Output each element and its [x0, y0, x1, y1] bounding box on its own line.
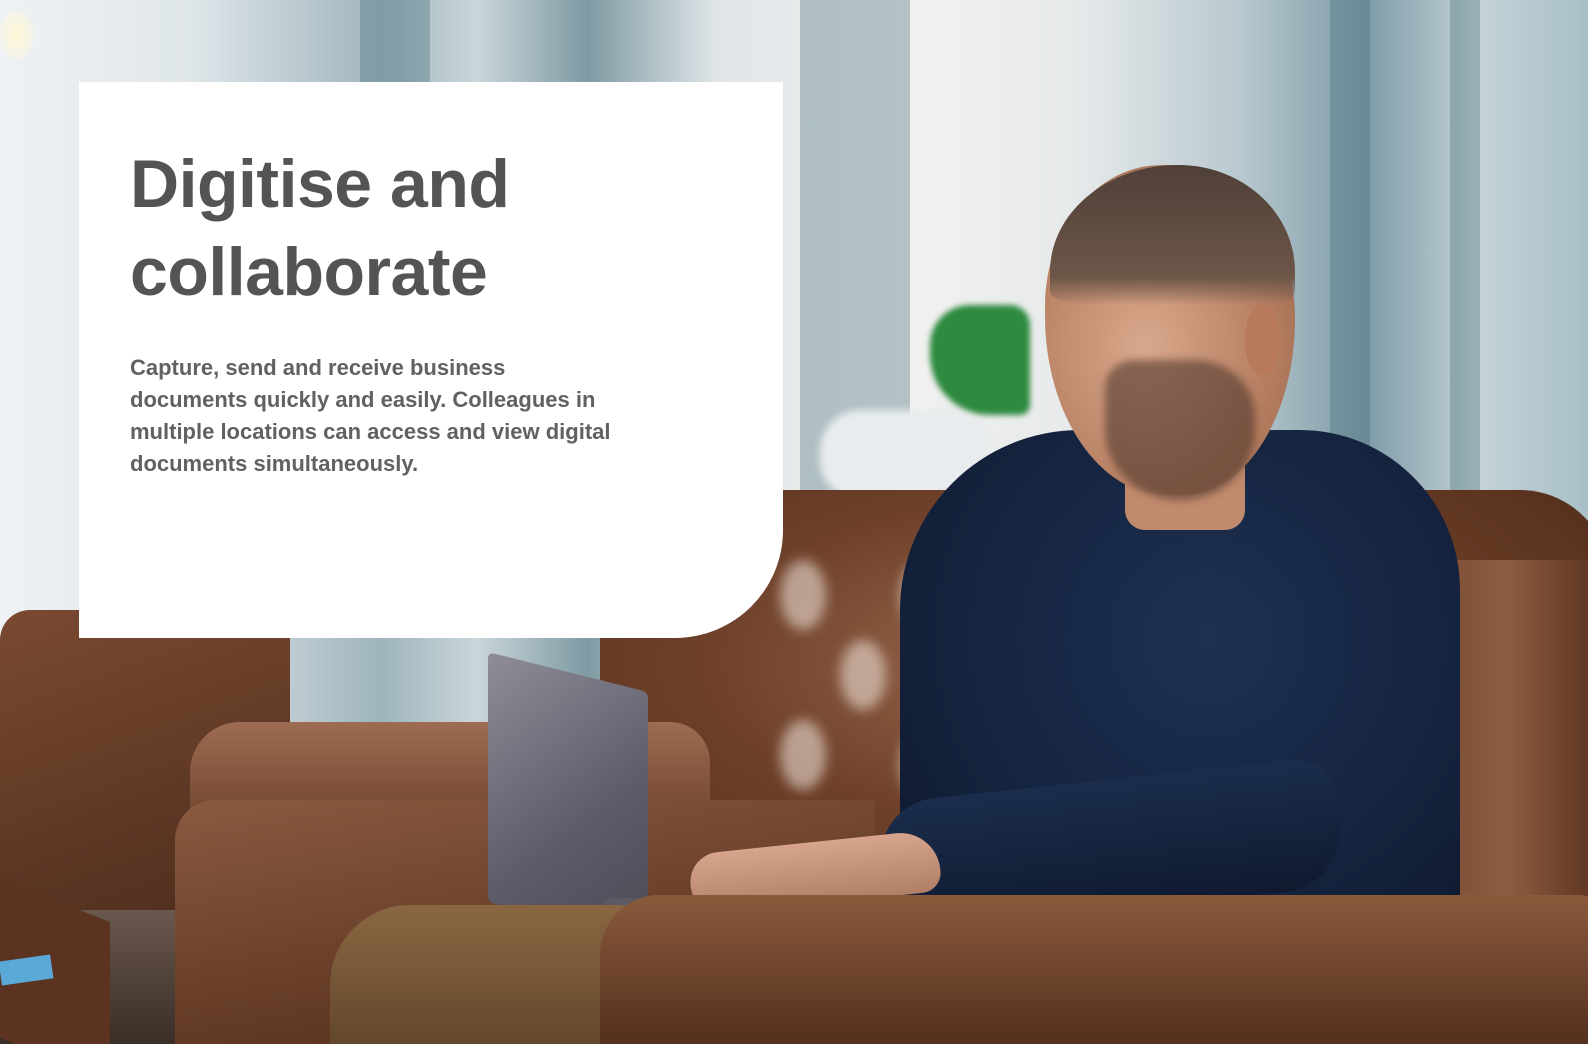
sofa-tuft [780, 560, 826, 630]
title-line-1: Digitise and [130, 146, 510, 222]
window-frame [1450, 0, 1480, 500]
hero-description: Capture, send and receive business docum… [130, 355, 611, 476]
hero-card: Digitise and collaborate Capture, send a… [79, 82, 783, 638]
sofa-tuft [840, 640, 886, 710]
sofa-cushion [600, 895, 1588, 1044]
person-ear [1245, 305, 1279, 375]
sofa-tuft [780, 720, 826, 790]
person-beard [1105, 360, 1255, 500]
window-frame [1330, 0, 1370, 500]
lamp-light [0, 10, 34, 60]
page-title: Digitise and collaborate [130, 140, 743, 316]
title-line-2: collaborate [130, 234, 488, 310]
